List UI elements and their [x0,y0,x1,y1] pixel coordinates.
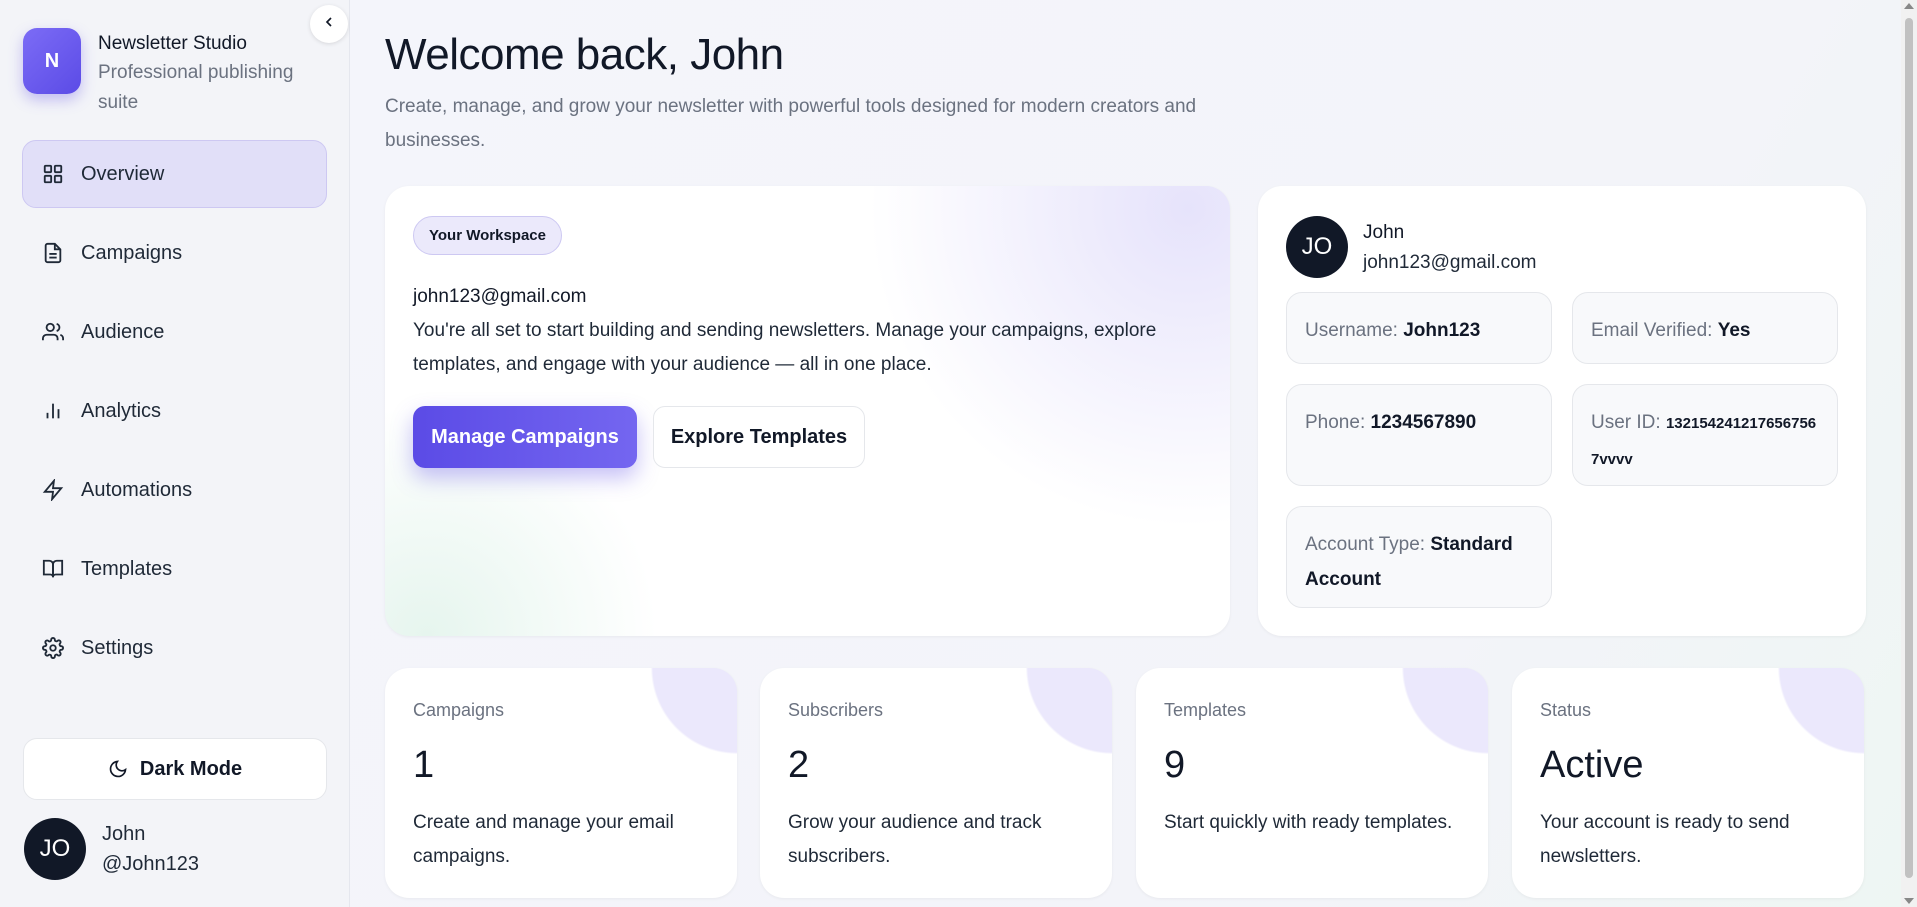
account-type-field: Account Type: Standard Account [1286,506,1552,608]
avatar: JO [1286,216,1348,278]
stat-description: Start quickly with ready templates. [1164,812,1453,833]
username-label: Username: [1305,320,1398,341]
user-id-field: User ID: 1321542412176567567vvvv [1572,384,1838,486]
profile-email: john123@gmail.com [1363,252,1537,273]
workspace-description: You're all set to start building and sen… [413,320,1157,375]
sidebar-item-label: Campaigns [81,241,183,264]
user-name: John [102,823,146,845]
manage-campaigns-button[interactable]: Manage Campaigns [413,406,637,468]
sidebar-item-label: Templates [81,557,173,580]
stat-label: Campaigns [413,700,505,720]
sidebar-item-automations[interactable]: Automations [22,456,327,524]
account-type-label: Account Type: [1305,534,1426,555]
email-verified-field: Email Verified: Yes [1572,292,1838,364]
moon-icon [108,759,128,779]
username-field: Username: John123 [1286,292,1552,364]
stat-description: Grow your audience and track subscribers… [788,812,1042,867]
phone-field: Phone: 1234567890 [1286,384,1552,486]
sidebar-item-label: Settings [81,636,154,659]
stat-card-templates: Templates 9 Start quickly with ready tem… [1136,668,1488,898]
phone-label: Phone: [1305,412,1366,433]
user-id-label: User ID: [1591,412,1661,433]
sidebar-item-label: Analytics [81,399,162,422]
stat-label: Templates [1164,700,1247,720]
document-icon [41,241,65,265]
sidebar-item-audience[interactable]: Audience [22,298,327,366]
stat-label: Status [1540,700,1592,720]
stat-value: 9 [1164,744,1186,786]
sidebar-item-label: Audience [81,320,165,343]
stat-value: 2 [788,744,810,786]
dark-mode-button[interactable]: Dark Mode [23,738,327,800]
vertical-scrollbar[interactable] [1901,0,1917,907]
sidebar-item-overview[interactable]: Overview [22,140,327,208]
grid-icon [41,162,65,186]
page-subtitle: Create, manage, and grow your newsletter… [385,96,1197,151]
brand-logo: N [23,28,81,94]
sidebar-item-campaigns[interactable]: Campaigns [22,219,327,287]
workspace-card: Your Workspace john123@gmail.com You're … [385,186,1230,636]
book-icon [41,557,65,581]
stat-card-subscribers: Subscribers 2 Grow your audience and tra… [760,668,1112,898]
sidebar-item-analytics[interactable]: Analytics [22,377,327,445]
phone-value: 1234567890 [1370,412,1477,433]
dark-mode-label: Dark Mode [139,757,243,780]
stat-card-campaigns: Campaigns 1 Create and manage your email… [385,668,737,898]
brand: N Newsletter Studio Professional publish… [23,28,318,118]
page-title: Welcome back, John [385,30,784,79]
workspace-email: john123@gmail.com [413,286,587,307]
explore-templates-button[interactable]: Explore Templates [653,406,865,468]
brand-name: Newsletter Studio [98,33,247,54]
sidebar-item-label: Overview [81,162,165,185]
avatar: JO [24,818,86,880]
scroll-up-arrow-icon[interactable] [1904,3,1914,9]
stat-value: 1 [413,744,435,786]
scrollbar-thumb[interactable] [1905,18,1913,878]
sidebar-nav: Overview Campaigns Audience Analytics Au… [22,140,327,693]
bar-chart-icon [41,399,65,423]
scroll-down-arrow-icon[interactable] [1904,898,1914,904]
sidebar: N Newsletter Studio Professional publish… [0,0,350,907]
lightning-icon [41,478,65,502]
sidebar-user[interactable]: JO John @John123 [24,818,199,880]
stat-description: Your account is ready to send newsletter… [1540,812,1790,867]
email-verified-value: Yes [1717,320,1751,341]
stat-card-status: Status Active Your account is ready to s… [1512,668,1864,898]
sidebar-item-label: Automations [81,478,193,501]
profile-name: John [1363,222,1405,243]
chevron-left-icon [321,14,337,35]
gear-icon [41,636,65,660]
email-verified-label: Email Verified: [1591,320,1713,341]
main-content: Welcome back, John Create, manage, and g… [350,0,1917,907]
stat-description: Create and manage your email campaigns. [413,812,674,867]
collapse-sidebar-button[interactable] [310,5,348,43]
stat-label: Subscribers [788,700,884,720]
workspace-badge: Your Workspace [413,216,562,255]
stat-value: Active [1540,744,1644,786]
sidebar-item-settings[interactable]: Settings [22,614,327,682]
sidebar-item-templates[interactable]: Templates [22,535,327,603]
username-value: John123 [1403,320,1481,341]
profile-card: JO John john123@gmail.com Username: John… [1258,186,1866,636]
users-icon [41,320,65,344]
user-handle: @John123 [102,853,200,875]
brand-subtitle: Professional publishing suite [98,62,294,113]
